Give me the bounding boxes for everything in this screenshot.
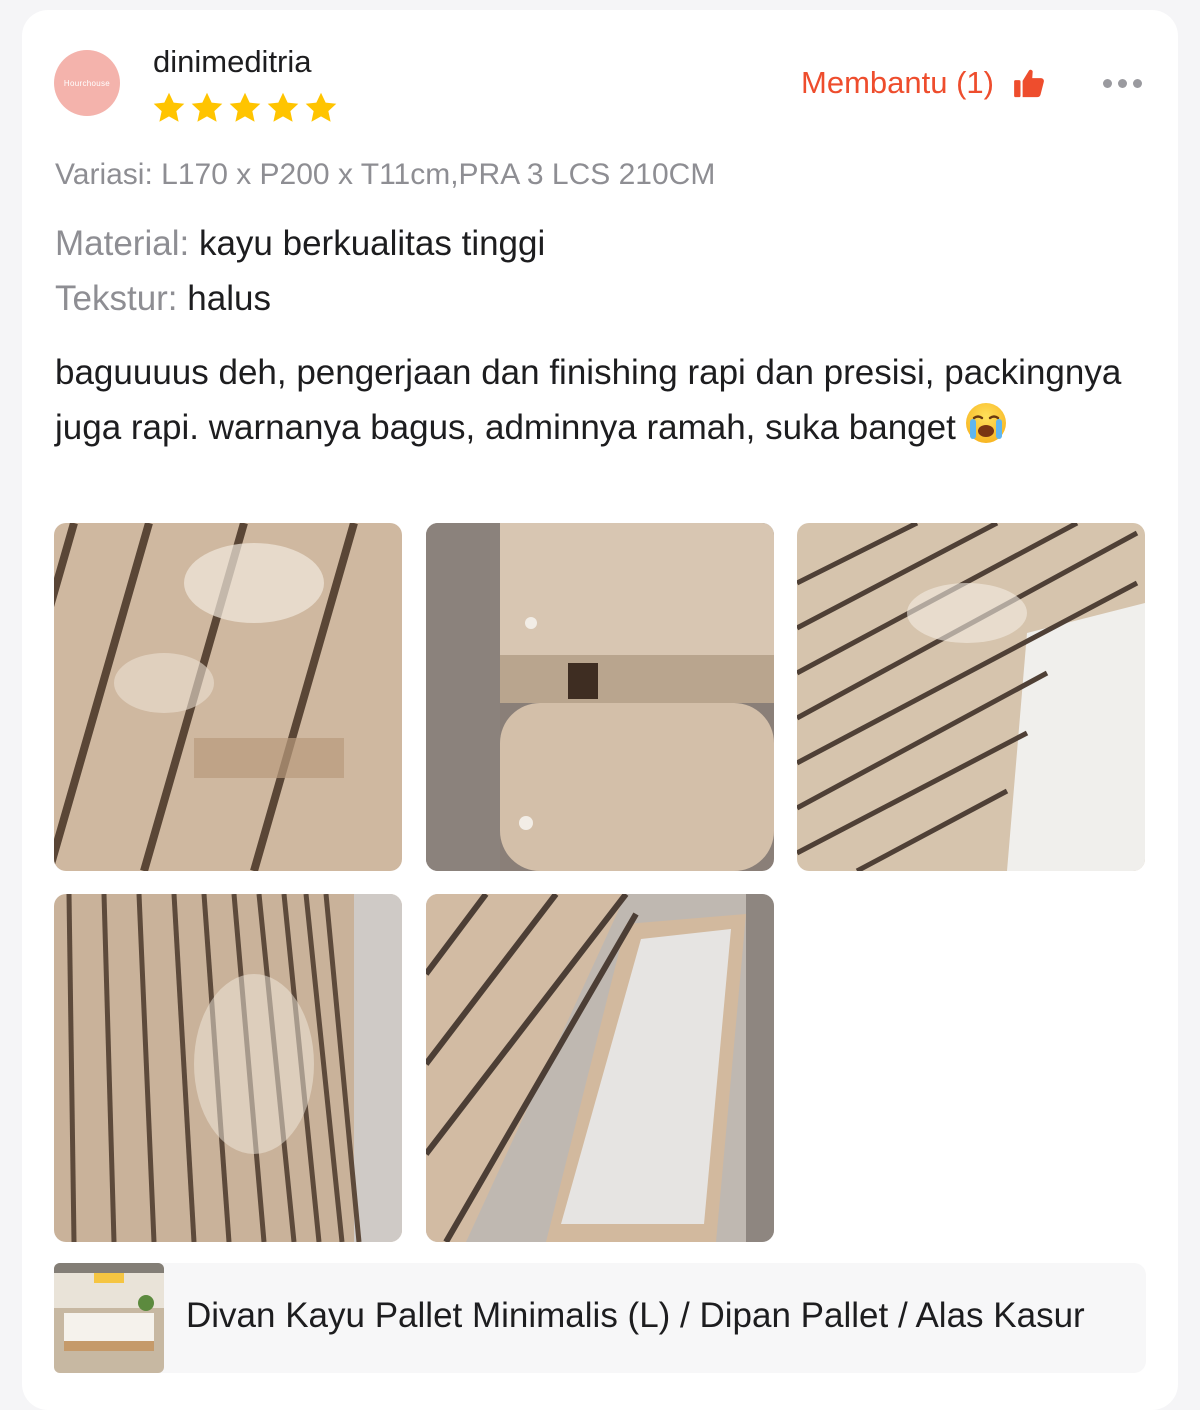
review-photo[interactable] xyxy=(426,523,774,871)
crying-face-emoji xyxy=(965,403,1006,443)
avatar-logo-text: Hourchouse xyxy=(63,78,111,88)
review-photo[interactable] xyxy=(54,894,402,1242)
dot xyxy=(1132,78,1142,88)
more-options-button[interactable] xyxy=(1096,70,1148,96)
attribute-key: Tekstur: xyxy=(55,279,178,318)
helpful-button[interactable]: Membantu (1) xyxy=(801,60,1046,106)
dot xyxy=(1117,78,1127,88)
photo-slats-drawer xyxy=(797,523,1145,871)
attribute-key: Material: xyxy=(55,224,190,263)
review-text: baguuuus deh, pengerjaan dan finishing r… xyxy=(55,353,1122,447)
review-photo[interactable] xyxy=(426,894,774,1242)
review-photo[interactable] xyxy=(797,523,1145,871)
variation-text: Variasi: L170 x P200 x T11cm,PRA 3 LCS 2… xyxy=(55,158,716,191)
product-image xyxy=(54,1263,164,1373)
photo-slats-diagonal xyxy=(54,523,402,871)
product-thumbnail xyxy=(54,1263,164,1373)
product-name: Divan Kayu Pallet Minimalis (L) / Dipan … xyxy=(186,1296,1085,1335)
photo-slats-compartment xyxy=(426,894,774,1242)
star-icon xyxy=(267,92,299,122)
attribute-value: halus xyxy=(187,279,271,318)
thumbs-up-icon xyxy=(1014,69,1044,98)
attribute-value: kayu berkualitas tinggi xyxy=(198,224,546,263)
photo-slats-vertical xyxy=(54,894,402,1242)
review-body: baguuuus deh, pengerjaan dan finishing r… xyxy=(55,345,1165,455)
attribute-material: Material: kayu berkualitas tinggi xyxy=(55,224,545,264)
review-photo[interactable] xyxy=(54,523,402,871)
review-card: Hourchouse dinimeditria Membantu (1) Var… xyxy=(22,10,1178,1410)
helpful-label: Membantu (1) xyxy=(801,65,994,100)
avatar[interactable]: Hourchouse xyxy=(54,50,120,116)
star-icon xyxy=(305,92,337,122)
star-icon xyxy=(153,92,185,122)
star-rating xyxy=(151,90,339,126)
username[interactable]: dinimeditria xyxy=(153,44,312,80)
star-icon xyxy=(191,92,223,122)
star-icon xyxy=(229,92,261,122)
dot xyxy=(1102,78,1112,88)
product-link[interactable]: Divan Kayu Pallet Minimalis (L) / Dipan … xyxy=(54,1263,1146,1373)
photo-frame-corner xyxy=(426,523,774,871)
attribute-texture: Tekstur: halus xyxy=(55,279,271,319)
